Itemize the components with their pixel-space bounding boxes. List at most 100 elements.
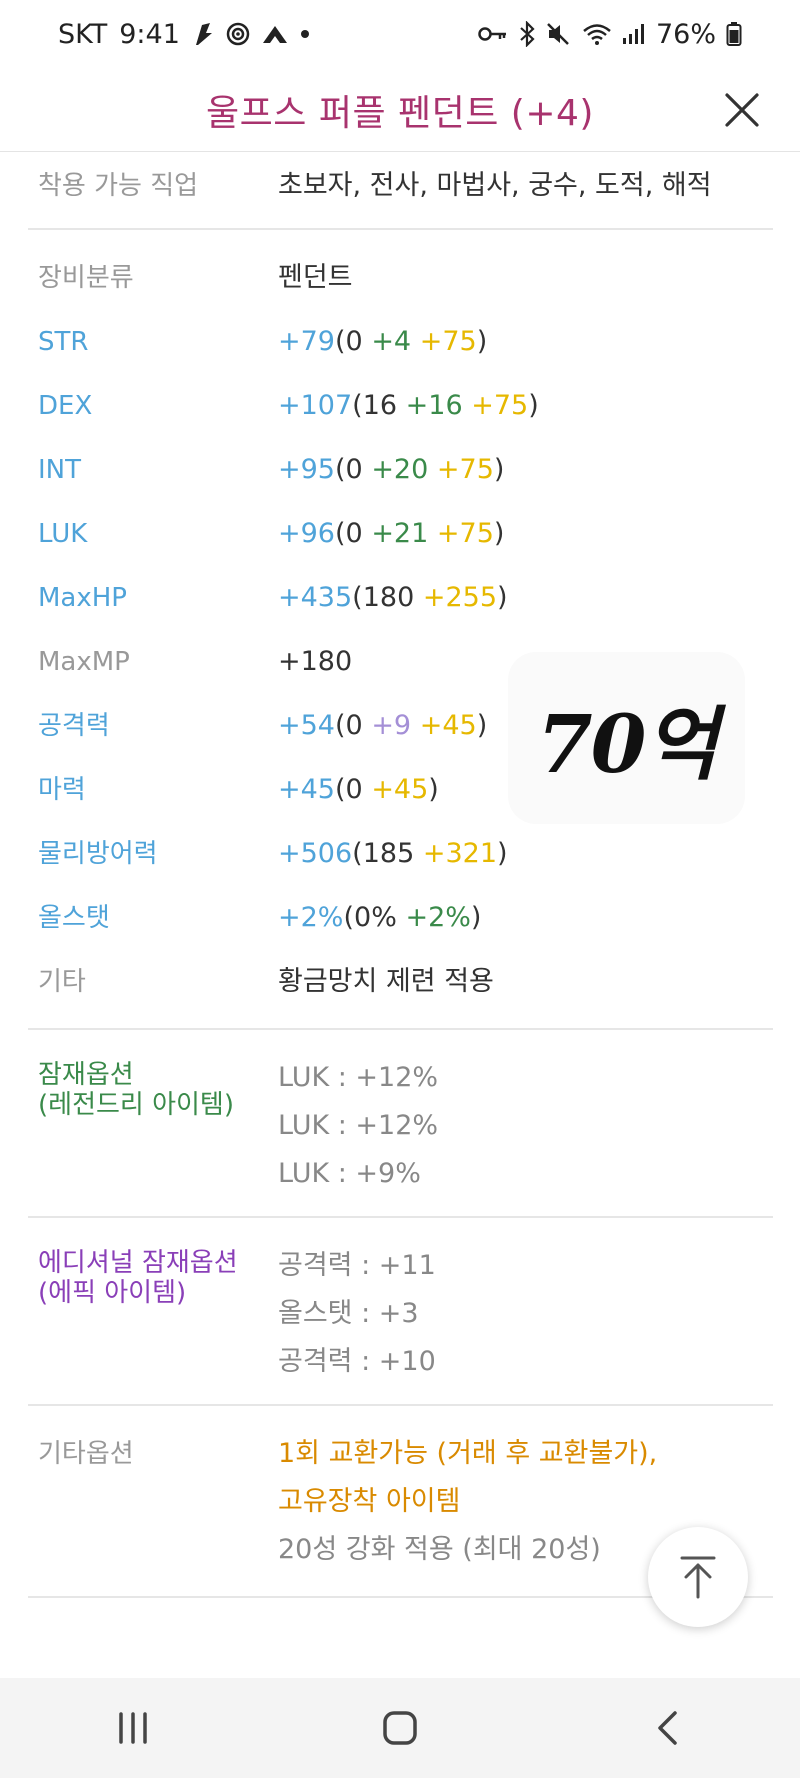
stat-value: 황금망치 제련 적용 — [278, 966, 494, 997]
modal-header: 울프스 퍼플 펜던트 (+4) — [0, 68, 800, 152]
status-right: 76% — [478, 19, 742, 50]
stat-paren: ( — [334, 518, 346, 549]
mute-icon — [546, 22, 572, 46]
additional-potential-label: 에디셔널 잠재옵션 (에픽 아이템) — [28, 1248, 278, 1308]
stat-paren: ) — [493, 518, 505, 549]
divider — [28, 1404, 773, 1406]
stat-row-str: STR +79(0 +4 +75) — [28, 324, 773, 360]
additional-lines: 공격력 : +11 올스탯 : +3 공격력 : +10 — [278, 1248, 436, 1386]
stat-row-int: INT +95(0 +20 +75) — [28, 452, 773, 488]
home-icon — [383, 1711, 417, 1745]
scroll-to-top-button[interactable] — [648, 1527, 748, 1627]
divider — [28, 1028, 773, 1030]
stat-base: 0 — [345, 710, 363, 741]
stat-paren: ( — [352, 838, 363, 869]
stat-value: +54(0 +9 +45) — [278, 708, 487, 744]
stat-label: 물리방어력 — [38, 839, 158, 869]
divider — [28, 1216, 773, 1218]
item-title: 울프스 퍼플 펜던트 (+4) — [206, 92, 594, 134]
additional-line: 올스탯 : +3 — [278, 1298, 419, 1329]
stat-row-defense: 물리방어력 +506(185 +321) — [28, 836, 773, 872]
stat-label: STR — [38, 327, 89, 357]
stat-total: +79 — [278, 326, 335, 357]
recent-apps-button[interactable] — [73, 1688, 193, 1768]
potential-label-line1: 잠재옵션 — [38, 1060, 134, 1090]
additional-label-line1: 에디셔널 잠재옵션 — [38, 1248, 238, 1278]
additional-label-line2: (에픽 아이템) — [38, 1278, 187, 1308]
stat-label: DEX — [38, 391, 93, 421]
job-row: 착용 가능 직업 초보자, 전사, 마법사, 궁수, 도적, 해적 — [28, 168, 773, 204]
stat-base: 180 — [362, 582, 415, 613]
stat-total: +107 — [278, 390, 353, 421]
stat-total: +95 — [278, 454, 335, 485]
dot-icon — [300, 29, 310, 39]
battery-icon — [726, 21, 742, 47]
category-row: 장비분류 펜던트 — [28, 260, 773, 296]
stat-paren: ) — [476, 710, 488, 741]
stat-value: +96(0 +21 +75) — [278, 516, 504, 552]
stat-value: +506(185 +321) — [278, 836, 508, 872]
battery-percent: 76% — [655, 18, 716, 50]
stat-base: 0 — [345, 454, 363, 485]
stat-paren: ( — [334, 710, 346, 741]
stat-paren: ( — [334, 774, 346, 805]
stat-paren: ) — [493, 454, 505, 485]
stat-value: +95(0 +20 +75) — [278, 452, 504, 488]
back-button[interactable] — [607, 1688, 727, 1768]
stat-paren: ( — [343, 902, 355, 933]
stat-paren: ) — [476, 326, 488, 357]
stat-label: MaxMP — [38, 647, 130, 677]
stat-paren: ( — [334, 454, 346, 485]
stat-total: +2% — [278, 902, 344, 933]
potential-line: LUK : +9% — [278, 1158, 421, 1189]
category-label: 장비분류 — [38, 263, 134, 293]
wifi-icon — [582, 22, 612, 46]
stat-scroll: +16 — [405, 390, 463, 421]
stat-total: +54 — [278, 710, 335, 741]
stat-paren: ( — [352, 390, 363, 421]
carrier-label: SKT — [58, 18, 108, 50]
potential-line: LUK : +12% — [278, 1110, 439, 1141]
stat-base: 16 — [362, 390, 398, 421]
potential-label-line2: (레전드리 아이템) — [38, 1090, 234, 1120]
stat-star: +45 — [419, 710, 477, 741]
etc-option-line: 20성 강화 적용 (최대 20성) — [278, 1534, 601, 1565]
divider — [28, 228, 773, 230]
stat-label: 마력 — [38, 775, 86, 805]
signal-icon — [622, 23, 646, 45]
job-label: 착용 가능 직업 — [38, 171, 199, 201]
home-button[interactable] — [340, 1688, 460, 1768]
stat-value: +2%(0% +2%) — [278, 900, 481, 936]
price-badge: 70억 — [508, 652, 745, 824]
stat-star: +45 — [371, 774, 429, 805]
close-button[interactable] — [714, 82, 770, 138]
arrow-up-icon — [680, 1556, 716, 1599]
stat-value: +107(16 +16 +75) — [278, 388, 539, 424]
app-notification-icon — [192, 21, 214, 47]
additional-line: 공격력 : +11 — [278, 1250, 436, 1281]
stat-paren: ( — [334, 326, 346, 357]
stat-scroll: +20 — [371, 454, 429, 485]
key-icon — [478, 26, 508, 42]
stat-paren: ) — [528, 390, 539, 421]
stat-row-luk: LUK +96(0 +21 +75) — [28, 516, 773, 552]
bluetooth-icon — [518, 21, 536, 47]
etc-options-lines: 1회 교환가능 (거래 후 교환불가), 고유장착 아이템 20성 강화 적용 … — [278, 1436, 657, 1574]
stat-total: +96 — [278, 518, 335, 549]
target-icon — [226, 22, 250, 46]
recent-apps-icon — [119, 1712, 148, 1744]
stat-total: +45 — [278, 774, 335, 805]
stat-scroll: +21 — [371, 518, 429, 549]
stat-scroll: +2% — [405, 902, 471, 933]
etc-option-line: 고유장착 아이템 — [278, 1486, 461, 1517]
stat-base: 0 — [345, 518, 363, 549]
stat-star: +75 — [436, 454, 494, 485]
stat-base: 0% — [354, 902, 397, 933]
price-text: 70억 — [537, 697, 718, 791]
clock: 9:41 — [119, 18, 180, 50]
item-detail-panel: 착용 가능 직업 초보자, 전사, 마법사, 궁수, 도적, 해적 장비분류 펜… — [28, 152, 773, 1598]
stat-value: +180 — [278, 646, 353, 677]
stat-base: 0 — [345, 774, 363, 805]
stat-paren: ) — [497, 582, 508, 613]
stat-total: +435 — [278, 582, 353, 613]
